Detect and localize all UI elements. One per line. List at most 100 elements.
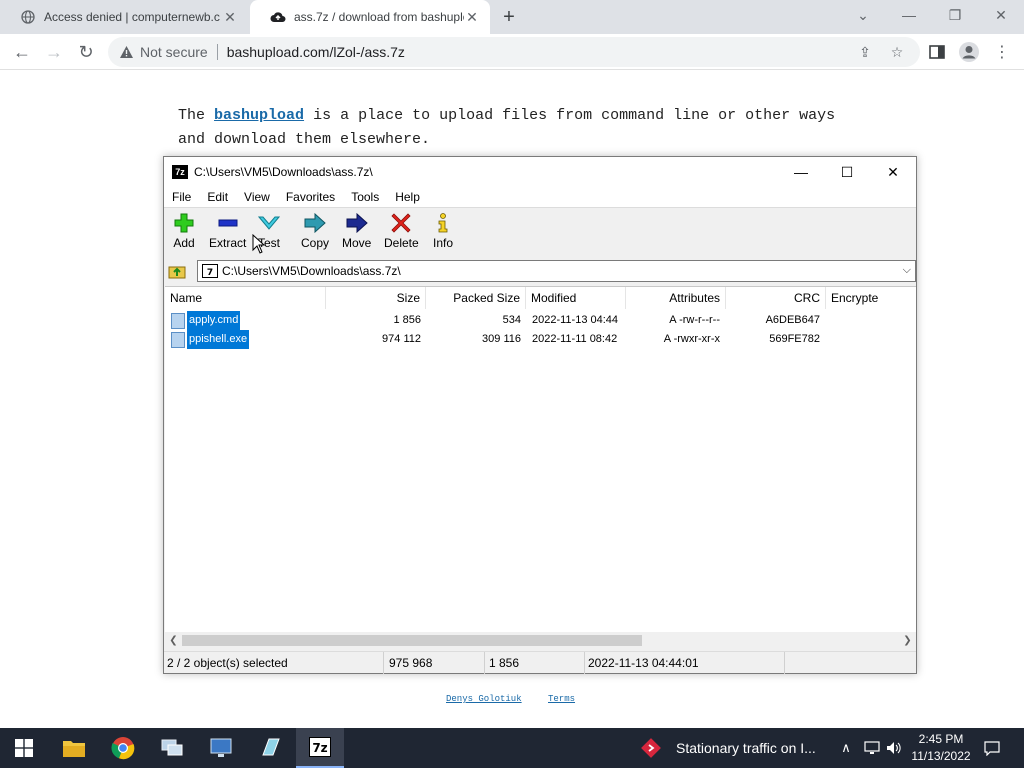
file-crc: A6DEB647 bbox=[765, 314, 820, 326]
forward-arrow-icon[interactable]: → bbox=[40, 38, 68, 66]
footer-link-terms[interactable]: Terms bbox=[548, 694, 575, 704]
news-widget[interactable]: Stationary traffic on I... bbox=[640, 728, 816, 768]
menu-view[interactable]: View bbox=[236, 190, 278, 204]
new-tab-button[interactable]: + bbox=[498, 6, 520, 28]
file-size: 974 112 bbox=[382, 333, 421, 345]
path-text: C:\Users\VM5\Downloads\ass.7z\ bbox=[222, 264, 401, 278]
window-title: C:\Users\VM5\Downloads\ass.7z\ bbox=[194, 165, 373, 179]
menu-help[interactable]: Help bbox=[387, 190, 428, 204]
chevron-down-icon[interactable]: ⌵ bbox=[903, 264, 911, 277]
scroll-left-icon[interactable]: ❮ bbox=[165, 632, 182, 649]
news-text: Stationary traffic on I... bbox=[676, 740, 816, 756]
extract-button[interactable]: Extract bbox=[209, 212, 246, 256]
horizontal-scrollbar[interactable]: ❮ ❯ bbox=[165, 632, 916, 649]
divider bbox=[216, 44, 218, 60]
scroll-right-icon[interactable]: ❯ bbox=[899, 632, 916, 649]
info-button[interactable]: Info bbox=[432, 212, 454, 256]
info-label: Info bbox=[432, 236, 453, 250]
network-icon[interactable] bbox=[862, 728, 882, 768]
menu-edit[interactable]: Edit bbox=[199, 190, 236, 204]
restore-icon[interactable]: ❐ bbox=[932, 0, 978, 30]
share-icon[interactable]: ⇪ bbox=[856, 43, 874, 61]
close-window-icon[interactable]: ✕ bbox=[978, 0, 1024, 30]
status-selected: 2 / 2 object(s) selected bbox=[164, 652, 384, 674]
move-arrow-icon bbox=[346, 212, 368, 234]
intro-prefix: The bbox=[178, 107, 206, 124]
file-packed-size: 534 bbox=[502, 314, 521, 326]
scroll-thumb[interactable] bbox=[182, 635, 642, 646]
footer-link-author[interactable]: Denys Golotiuk bbox=[446, 694, 522, 704]
more-menu-icon[interactable]: ⋮ bbox=[990, 40, 1014, 64]
7zip-taskbar-icon[interactable]: 7z bbox=[296, 728, 344, 768]
extract-label: Extract bbox=[209, 236, 247, 250]
move-label: Move bbox=[342, 236, 372, 250]
7zip-app-icon: 7z bbox=[172, 165, 188, 179]
table-row[interactable]: apply.cmd 1 856 534 2022-11-13 04:44 A -… bbox=[165, 311, 916, 330]
archive-icon: 7 bbox=[202, 264, 218, 278]
side-panel-icon[interactable] bbox=[925, 40, 949, 64]
system-clock[interactable]: 2:45 PM 11/13/2022 bbox=[906, 731, 976, 765]
windows-start-icon[interactable] bbox=[0, 728, 48, 768]
intro-text: The bashupload is a place to upload file… bbox=[178, 104, 858, 152]
bashupload-link[interactable]: bashupload bbox=[214, 107, 304, 124]
tab-access-denied[interactable]: Access denied | computernewb.c ✕ bbox=[0, 0, 248, 34]
chevron-down-icon[interactable]: ⌄ bbox=[840, 0, 886, 30]
column-size[interactable]: Size bbox=[326, 287, 426, 309]
move-button[interactable]: Move bbox=[342, 212, 371, 256]
file-explorer-icon[interactable] bbox=[50, 728, 98, 768]
menu-tools[interactable]: Tools bbox=[343, 190, 387, 204]
star-icon[interactable]: ☆ bbox=[888, 43, 906, 61]
table-row[interactable]: ppishell.exe 974 112 309 116 2022-11-11 … bbox=[165, 330, 916, 349]
menu-favorites[interactable]: Favorites bbox=[278, 190, 343, 204]
chrome-icon[interactable] bbox=[99, 728, 147, 768]
copy-button[interactable]: Copy bbox=[301, 212, 329, 256]
column-packed-size[interactable]: Packed Size bbox=[426, 287, 526, 309]
menu-file[interactable]: File bbox=[164, 190, 199, 204]
notification-center-icon[interactable] bbox=[980, 728, 1004, 768]
7zip-address-row: 7 C:\Users\VM5\Downloads\ass.7z\ ⌵ bbox=[164, 258, 916, 284]
close-icon[interactable]: ✕ bbox=[464, 9, 480, 25]
add-label: Add bbox=[173, 236, 195, 250]
minimize-icon[interactable]: — bbox=[778, 157, 824, 187]
back-arrow-icon[interactable]: ← bbox=[8, 38, 36, 66]
delete-button[interactable]: Delete bbox=[384, 212, 419, 256]
minimize-icon[interactable]: — bbox=[886, 0, 932, 30]
7zip-window: 7z C:\Users\VM5\Downloads\ass.7z\ — ☐ ✕ … bbox=[163, 156, 917, 674]
globe-icon bbox=[20, 9, 36, 25]
browser-toolbar: ← → ↻ Not secure bashupload.com/lZol-/as… bbox=[0, 34, 1024, 70]
tab-ass-7z[interactable]: ass.7z / download from bashuplo ✕ bbox=[250, 0, 490, 34]
chevron-up-icon[interactable]: ∧ bbox=[838, 728, 854, 768]
column-encrypted[interactable]: Encrypte bbox=[826, 287, 916, 309]
column-modified[interactable]: Modified bbox=[526, 287, 626, 309]
reload-icon[interactable]: ↻ bbox=[72, 38, 100, 66]
warning-icon bbox=[118, 44, 134, 60]
add-button[interactable]: Add bbox=[173, 212, 195, 256]
security-status[interactable]: Not secure bbox=[140, 44, 208, 60]
notepad-icon[interactable] bbox=[246, 728, 294, 768]
traffic-alert-icon bbox=[640, 737, 662, 759]
file-crc: 569FE782 bbox=[769, 333, 820, 345]
file-list-header: Name Size Packed Size Modified Attribute… bbox=[165, 287, 916, 309]
minus-icon bbox=[217, 212, 239, 234]
path-combobox[interactable]: 7 C:\Users\VM5\Downloads\ass.7z\ ⌵ bbox=[197, 260, 916, 282]
file-size: 1 856 bbox=[393, 314, 421, 326]
7zip-titlebar[interactable]: 7z C:\Users\VM5\Downloads\ass.7z\ — ☐ ✕ bbox=[164, 157, 916, 187]
file-list[interactable]: Name Size Packed Size Modified Attribute… bbox=[165, 286, 916, 632]
delete-label: Delete bbox=[384, 236, 419, 250]
maximize-icon[interactable]: ☐ bbox=[824, 157, 870, 187]
remote-desktop-icon[interactable] bbox=[197, 728, 245, 768]
close-icon[interactable]: ✕ bbox=[222, 9, 238, 25]
taskbar: 7z Stationary traffic on I... ∧ 2:45 PM … bbox=[0, 728, 1024, 768]
cloud-upload-icon bbox=[270, 9, 286, 25]
url-text[interactable]: bashupload.com/lZol-/ass.7z bbox=[227, 44, 405, 60]
column-crc[interactable]: CRC bbox=[726, 287, 826, 309]
copy-arrow-icon bbox=[304, 212, 326, 234]
folder-up-icon[interactable] bbox=[168, 262, 186, 280]
volume-icon[interactable] bbox=[884, 728, 904, 768]
close-icon[interactable]: ✕ bbox=[870, 157, 916, 187]
column-name[interactable]: Name bbox=[165, 287, 326, 309]
column-attributes[interactable]: Attributes bbox=[626, 287, 726, 309]
profile-avatar-icon[interactable] bbox=[957, 40, 981, 64]
network-computer-icon[interactable] bbox=[148, 728, 196, 768]
address-bar[interactable]: Not secure bashupload.com/lZol-/ass.7z ⇪… bbox=[108, 37, 920, 67]
